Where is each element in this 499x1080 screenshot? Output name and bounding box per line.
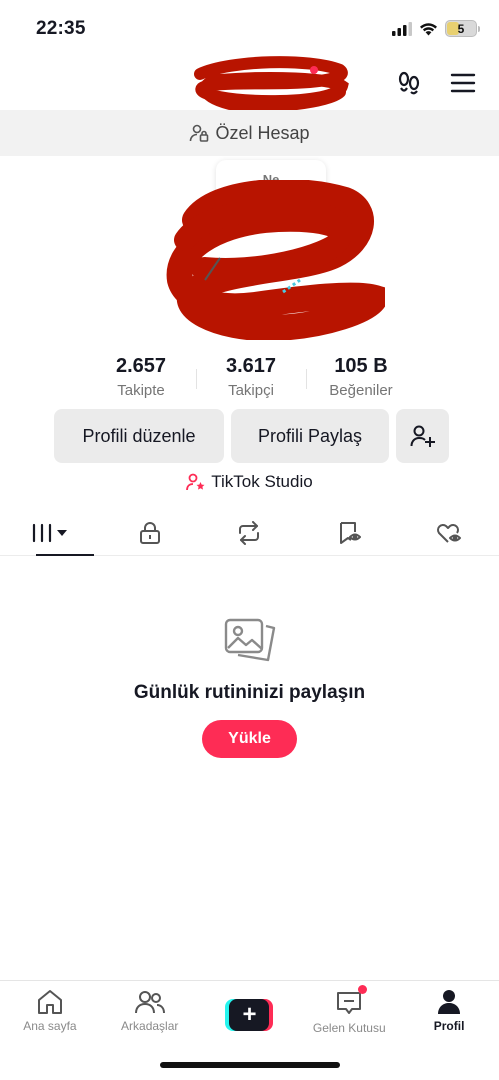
nav-friends[interactable]: Arkadaşlar <box>100 981 200 1046</box>
stat-followers[interactable]: 3.617 Takipçi <box>196 355 306 405</box>
footprints-icon <box>398 71 420 95</box>
nav-home-label: Ana sayfa <box>23 1019 77 1033</box>
tab-reposts[interactable] <box>200 510 300 555</box>
stat-value: 105 B <box>334 355 388 377</box>
avatar[interactable] <box>155 180 385 340</box>
tiktok-studio-label: TikTok Studio <box>211 472 313 491</box>
stat-label: Takipte <box>117 382 165 399</box>
profile-icon <box>438 990 461 1014</box>
content-tabs <box>0 510 499 556</box>
add-friend-icon <box>410 425 435 447</box>
bottom-nav: Ana sayfa Arkadaşlar + Gelen Kutusu Prof… <box>0 980 499 1046</box>
menu-button[interactable] <box>448 68 478 98</box>
profile-stats: 2.657 Takipte 3.617 Takipçi 105 B Beğeni… <box>86 355 416 405</box>
tab-favorites[interactable] <box>299 510 399 555</box>
nav-profile[interactable]: Profil <box>399 981 499 1046</box>
stat-value: 3.617 <box>225 355 277 377</box>
tab-private[interactable] <box>100 510 200 555</box>
footprints-button[interactable] <box>394 68 424 98</box>
lock-icon <box>139 521 160 544</box>
add-friend-button[interactable] <box>396 409 449 463</box>
stat-label: Beğeniler <box>329 382 393 399</box>
inbox-notification-dot <box>358 985 368 994</box>
stat-following[interactable]: 2.657 Takipte <box>86 355 196 405</box>
repost-icon <box>239 520 260 545</box>
nav-inbox-label: Gelen Kutusu <box>312 1021 386 1035</box>
stat-likes[interactable]: 105 B Beğeniler <box>306 355 416 405</box>
empty-state-title: Günlük rutininizi paylaşın <box>133 682 366 703</box>
profile-actions: Profili düzenle Profili Paylaş <box>54 409 449 463</box>
person-lock-icon <box>190 124 209 142</box>
signal-icon <box>392 21 412 36</box>
battery-indicator: 5 <box>445 20 480 37</box>
studio-icon <box>186 473 205 491</box>
create-button[interactable]: + <box>225 999 274 1031</box>
home-icon <box>37 990 62 1014</box>
nav-home[interactable]: Ana sayfa <box>0 981 100 1046</box>
plus-icon: + <box>229 999 270 1031</box>
nav-profile-label: Profil <box>433 1019 465 1033</box>
private-account-banner: Özel Hesap <box>0 110 499 156</box>
home-indicator <box>160 1062 340 1068</box>
nav-create[interactable]: + <box>200 981 300 1046</box>
status-icons: 5 <box>392 20 480 37</box>
status-time: 22:35 <box>36 18 86 39</box>
tiktok-studio-link[interactable]: TikTok Studio <box>0 471 499 493</box>
tab-videos[interactable] <box>0 510 100 556</box>
friends-icon <box>134 991 165 1014</box>
bookmark-icon <box>340 521 362 544</box>
upload-button[interactable]: Yükle <box>202 720 297 758</box>
redacted-username <box>194 56 349 110</box>
grid-icon <box>32 523 67 542</box>
tab-liked[interactable] <box>399 510 499 555</box>
share-profile-button[interactable]: Profili Paylaş <box>231 409 389 463</box>
battery-level: 5 <box>457 21 465 36</box>
nav-friends-label: Arkadaşlar <box>121 1019 179 1033</box>
edit-profile-button[interactable]: Profili düzenle <box>54 409 224 463</box>
private-account-label: Özel Hesap <box>215 122 310 143</box>
stat-label: Takipçi <box>228 382 274 399</box>
nav-inbox[interactable]: Gelen Kutusu <box>299 981 399 1046</box>
heart-icon <box>437 523 462 543</box>
wifi-icon <box>420 22 437 35</box>
status-bar: 22:35 5 <box>0 0 499 56</box>
image-icon <box>224 618 276 662</box>
profile-header <box>0 56 499 110</box>
stat-value: 2.657 <box>115 355 167 377</box>
menu-icon <box>450 73 476 93</box>
